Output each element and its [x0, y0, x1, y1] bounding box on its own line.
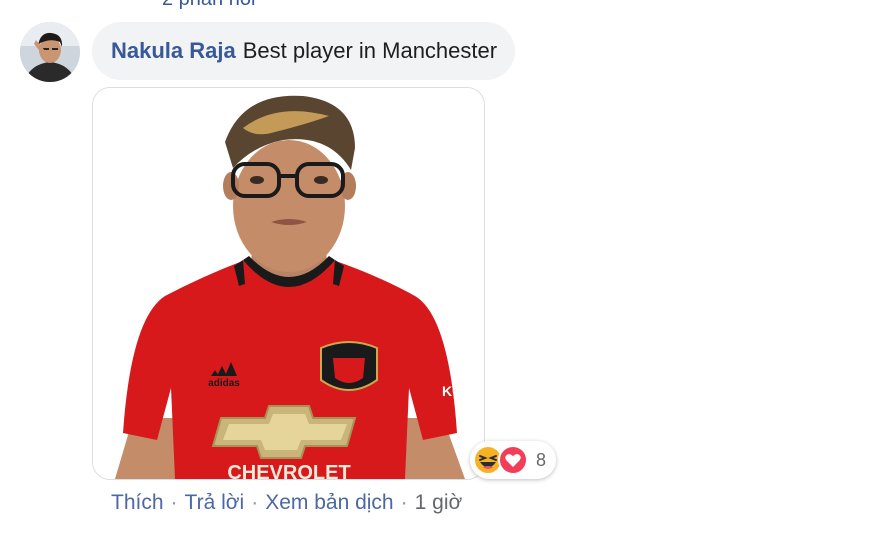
jersey-brand-text: adidas: [208, 378, 240, 389]
separator: ·: [170, 491, 178, 514]
jersey-sponsor-text: CHEVROLET: [227, 462, 350, 479]
love-icon: [498, 445, 528, 475]
comment-author-link[interactable]: Nakula Raja: [111, 38, 236, 64]
reaction-count: 8: [536, 449, 547, 470]
reply-link[interactable]: Trả lời: [185, 491, 245, 515]
reaction-summary[interactable]: 8: [470, 441, 557, 479]
see-translation-link[interactable]: Xem bản dịch: [265, 491, 393, 515]
comment-bubble: Nakula Raja Best player in Manchester: [92, 22, 516, 80]
view-replies-link[interactable]: 2 phản hồi: [162, 0, 255, 11]
avatar[interactable]: [20, 22, 80, 82]
timestamp-link[interactable]: 1 giờ: [415, 491, 463, 515]
separator: ·: [400, 491, 408, 514]
comment-photo[interactable]: CHEVROLET adidas KO: [92, 87, 485, 480]
comment-actions: Thích · Trả lời · Xem bản dịch · 1 giờ: [111, 488, 462, 518]
comment-text: Best player in Manchester: [242, 38, 498, 63]
separator: ·: [251, 491, 259, 514]
sleeve-text: KO: [442, 383, 463, 399]
like-link[interactable]: Thích: [111, 491, 164, 515]
